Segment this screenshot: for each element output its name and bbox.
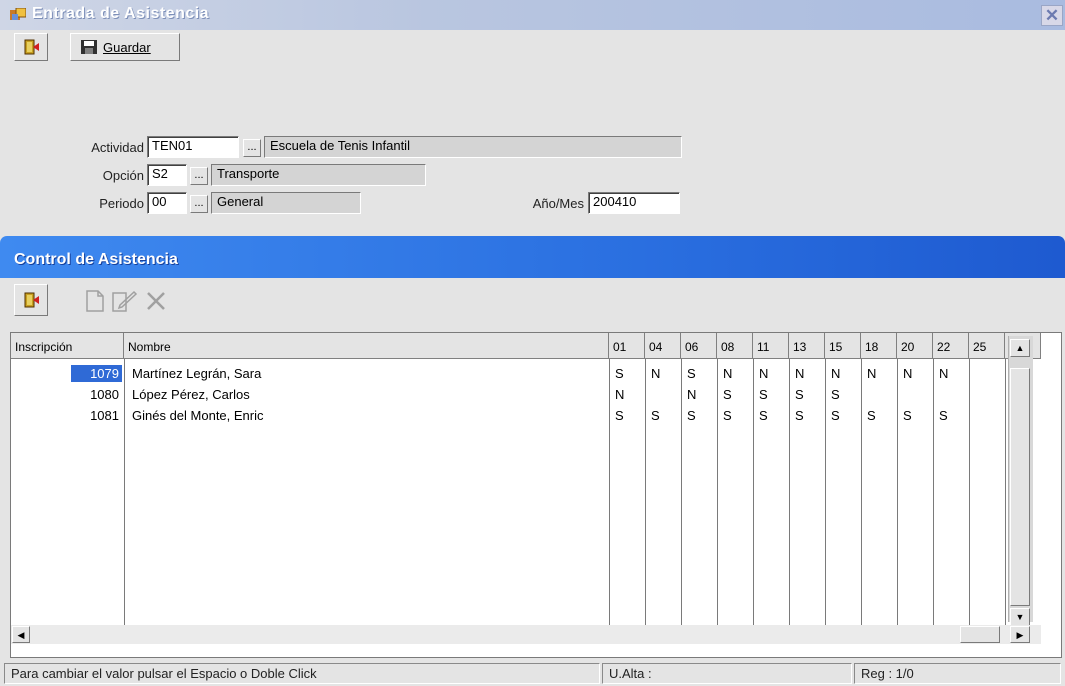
cell-attendance[interactable]: N: [759, 366, 768, 381]
periodo-code-input[interactable]: 00: [147, 192, 187, 214]
delete-icon[interactable]: [144, 289, 168, 313]
header-day[interactable]: 08: [717, 333, 753, 359]
actividad-label: Actividad: [91, 140, 144, 155]
actividad-lookup-button[interactable]: ...: [243, 139, 261, 157]
attendance-grid: Inscripción Nombre 01 04 06 08 11 13 15 18 20 22 2…: [10, 332, 1062, 658]
scroll-up-arrow[interactable]: ▲: [1010, 339, 1030, 357]
header-day[interactable]: 18: [861, 333, 897, 359]
header-day[interactable]: 01: [609, 333, 645, 359]
status-u-alta: U.Alta :: [602, 663, 852, 684]
cell-inscripcion[interactable]: 1079: [71, 365, 122, 382]
cell-attendance[interactable]: S: [795, 408, 804, 423]
header-day[interactable]: 06: [681, 333, 717, 359]
cell-attendance[interactable]: N: [939, 366, 948, 381]
header-day[interactable]: 11: [753, 333, 789, 359]
cell-attendance[interactable]: S: [867, 408, 876, 423]
section-title: Control de Asistencia: [14, 251, 178, 268]
close-button[interactable]: ✕: [1041, 5, 1063, 26]
exit-door-icon: [24, 39, 39, 55]
horizontal-scrollbar[interactable]: [11, 625, 1041, 644]
window-title: Entrada de Asistencia: [32, 5, 210, 22]
scroll-thumb[interactable]: [1010, 368, 1030, 606]
status-reg: Reg : 1/0: [854, 663, 1061, 684]
opcion-code-input[interactable]: S2: [147, 164, 187, 186]
cell-attendance[interactable]: S: [831, 408, 840, 423]
cell-inscripcion[interactable]: 1080: [71, 386, 122, 403]
cell-attendance[interactable]: S: [759, 408, 768, 423]
cell-attendance[interactable]: S: [651, 408, 660, 423]
periodo-description: General: [211, 192, 361, 214]
floppy-disk-icon: [81, 40, 97, 54]
scroll-right-arrow[interactable]: ▶: [1010, 626, 1030, 643]
cell-attendance[interactable]: S: [687, 408, 696, 423]
header-inscripcion[interactable]: Inscripción: [11, 333, 124, 359]
scroll-left-arrow[interactable]: ◀: [12, 626, 30, 643]
actividad-description: Escuela de Tenis Infantil: [264, 136, 682, 158]
save-label: Guardar: [103, 40, 151, 55]
cell-nombre[interactable]: Ginés del Monte, Enric: [132, 408, 264, 423]
new-document-icon[interactable]: [84, 289, 106, 313]
header-day[interactable]: 22: [933, 333, 969, 359]
cell-attendance[interactable]: N: [795, 366, 804, 381]
actividad-code-input[interactable]: TEN01: [147, 136, 239, 158]
opcion-lookup-button[interactable]: ...: [190, 167, 208, 185]
cell-attendance[interactable]: N: [831, 366, 840, 381]
cell-attendance[interactable]: S: [939, 408, 948, 423]
cell-nombre[interactable]: López Pérez, Carlos: [132, 387, 250, 402]
periodo-label: Periodo: [99, 196, 144, 211]
cell-attendance[interactable]: N: [903, 366, 912, 381]
exit-door-icon: [24, 292, 39, 308]
cell-attendance[interactable]: N: [723, 366, 732, 381]
scroll-down-arrow[interactable]: ▼: [1010, 608, 1030, 626]
opcion-label: Opción: [102, 168, 144, 183]
cell-attendance[interactable]: S: [831, 387, 840, 402]
cell-attendance[interactable]: S: [615, 366, 624, 381]
edit-icon[interactable]: [110, 289, 138, 313]
header-day[interactable]: 15: [825, 333, 861, 359]
cell-attendance[interactable]: S: [615, 408, 624, 423]
cell-inscripcion[interactable]: 1081: [71, 407, 122, 424]
anio-mes-input[interactable]: 200410: [588, 192, 680, 214]
header-day[interactable]: 04: [645, 333, 681, 359]
cell-attendance[interactable]: S: [903, 408, 912, 423]
header-day[interactable]: 20: [897, 333, 933, 359]
header-day[interactable]: 13: [789, 333, 825, 359]
cell-attendance[interactable]: S: [723, 408, 732, 423]
cell-attendance[interactable]: S: [723, 387, 732, 402]
periodo-lookup-button[interactable]: ...: [190, 195, 208, 213]
cell-attendance[interactable]: N: [867, 366, 876, 381]
opcion-description: Transporte: [211, 164, 426, 186]
cell-attendance[interactable]: S: [759, 387, 768, 402]
cell-attendance[interactable]: N: [651, 366, 660, 381]
app-icon: [10, 8, 26, 20]
cell-attendance[interactable]: N: [687, 387, 696, 402]
section-exit-button[interactable]: [14, 284, 48, 316]
cell-nombre[interactable]: Martínez Legrán, Sara: [132, 366, 261, 381]
header-day[interactable]: 25: [969, 333, 1005, 359]
hscroll-thumb[interactable]: [960, 626, 1000, 643]
anio-mes-label: Año/Mes: [532, 196, 584, 211]
cell-attendance[interactable]: S: [687, 366, 696, 381]
header-nombre[interactable]: Nombre: [124, 333, 609, 359]
status-hint: Para cambiar el valor pulsar el Espacio …: [4, 663, 600, 684]
cell-attendance[interactable]: S: [795, 387, 804, 402]
save-button[interactable]: Guardar: [70, 33, 180, 61]
exit-button[interactable]: [14, 33, 48, 61]
cell-attendance[interactable]: N: [615, 387, 624, 402]
